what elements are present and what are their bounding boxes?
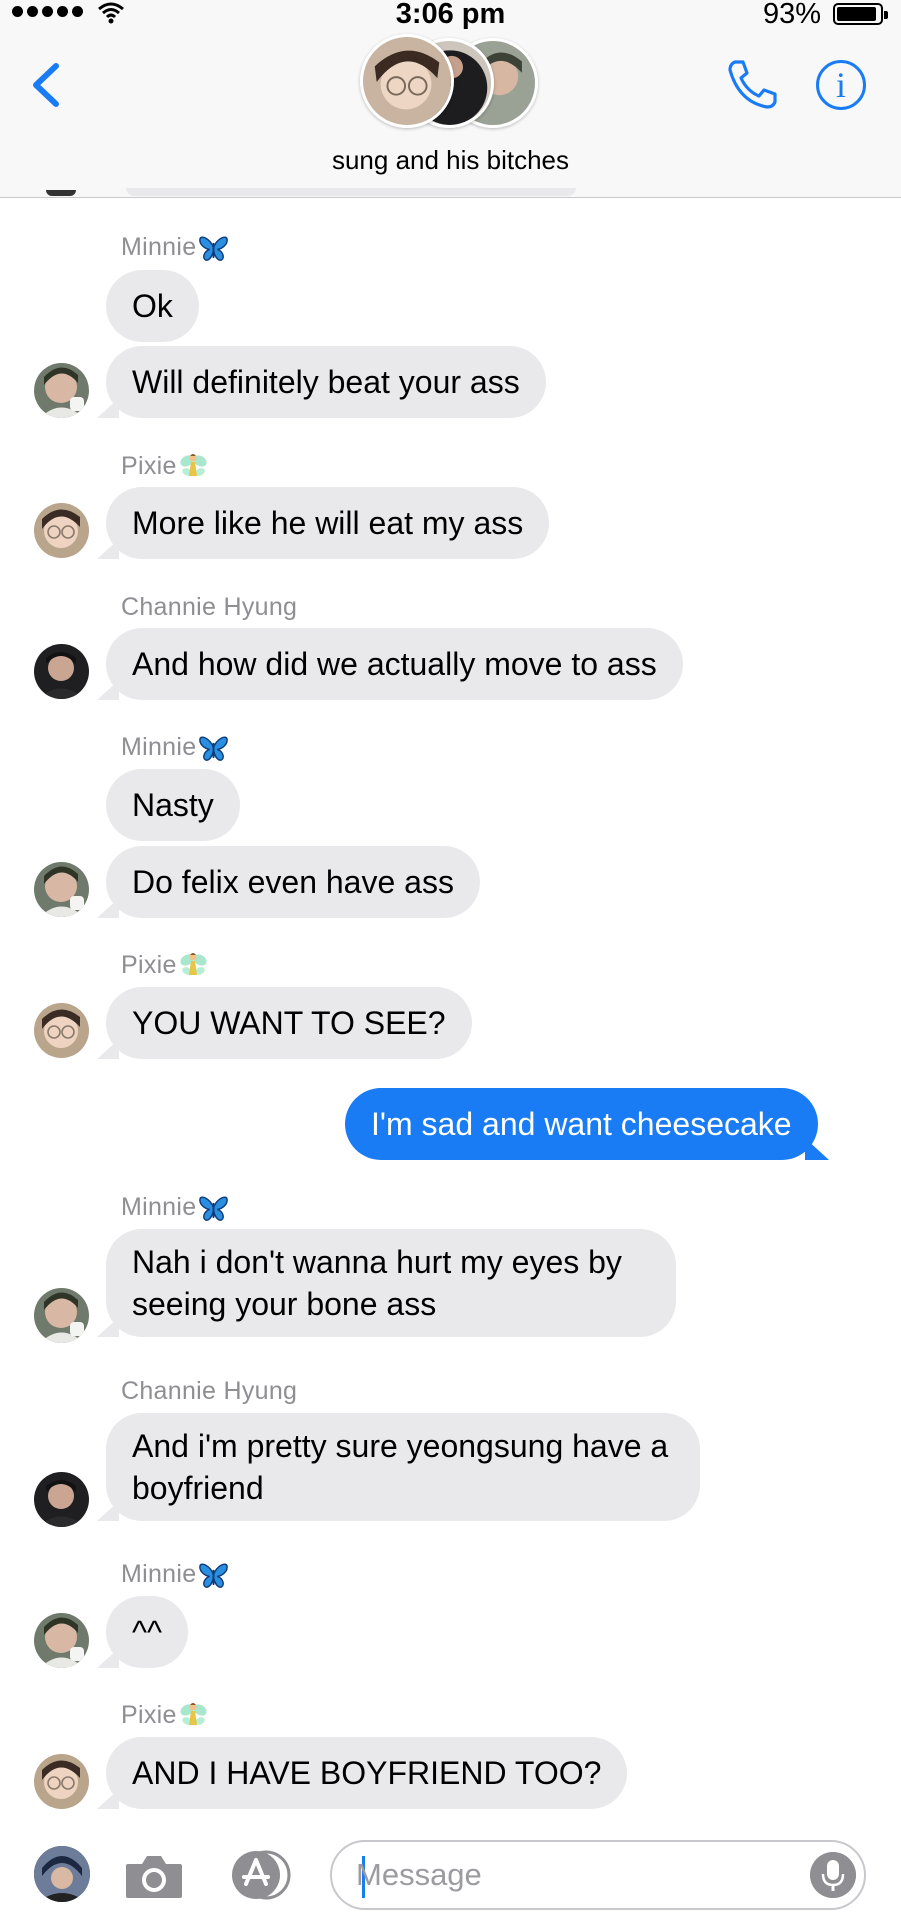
my-avatar[interactable]	[34, 1846, 90, 1902]
message-bubble[interactable]: Nah i don't wanna hurt my eyes by seeing…	[97, 1229, 676, 1337]
sender-name: Minnie	[121, 1193, 229, 1222]
sender-name: Channie Hyung	[121, 1377, 298, 1405]
message-bubble[interactable]: Do felix even have ass	[97, 846, 480, 918]
sender-name: Minnie	[121, 233, 229, 262]
chevron-left-icon[interactable]	[26, 58, 66, 112]
avatar[interactable]	[34, 644, 89, 699]
avatar[interactable]	[34, 1288, 89, 1343]
message-bubble[interactable]: Will definitely beat your ass	[97, 346, 546, 418]
avatar[interactable]	[34, 1472, 89, 1527]
info-icon[interactable]: i	[816, 60, 866, 110]
battery-icon	[833, 3, 888, 25]
previous-message-bubble	[126, 188, 576, 196]
avatar[interactable]	[34, 862, 89, 917]
outgoing-message-bubble[interactable]: I'm sad and want cheesecake	[345, 1088, 829, 1160]
butterfly-icon	[198, 735, 229, 762]
group-avatar-1	[360, 34, 454, 128]
fairy-icon	[179, 1701, 207, 1731]
avatar[interactable]	[34, 363, 89, 418]
group-name[interactable]: sung and his bitches	[0, 145, 901, 176]
status-bar: 3:06 pm 93%	[0, 0, 901, 30]
avatar[interactable]	[34, 1613, 89, 1668]
message-bubble[interactable]: And how did we actually move to ass	[97, 628, 683, 700]
sender-name: Minnie	[121, 733, 229, 762]
message-bubble[interactable]: ^^	[97, 1596, 189, 1668]
butterfly-icon	[198, 1195, 229, 1222]
message-bubble[interactable]: YOU WANT TO SEE?	[97, 987, 472, 1059]
fairy-icon	[179, 452, 207, 482]
battery-percentage: 93%	[762, 0, 821, 30]
app-store-icon[interactable]	[226, 1850, 294, 1900]
message-bubble[interactable]: More like he will eat my ass	[97, 487, 550, 559]
message-bubble[interactable]: AND I HAVE BOYFRIEND TOO?	[97, 1737, 628, 1809]
message-field[interactable]	[330, 1840, 866, 1910]
microphone-icon[interactable]	[810, 1852, 856, 1898]
avatar[interactable]	[34, 1003, 89, 1058]
sender-name: Pixie	[121, 951, 207, 981]
message-bubble[interactable]: Nasty	[106, 769, 240, 841]
phone-icon[interactable]	[725, 58, 779, 110]
sender-name: Pixie	[121, 1701, 207, 1731]
sender-name: Minnie	[121, 1560, 229, 1589]
message-bubble[interactable]: Ok	[106, 270, 199, 342]
avatar[interactable]	[34, 503, 89, 558]
sender-name: Pixie	[121, 452, 207, 482]
message-input[interactable]	[356, 1852, 776, 1898]
group-avatars[interactable]	[360, 34, 540, 130]
message-bubble[interactable]: And i'm pretty sure yeongsung have a boy…	[97, 1413, 700, 1521]
avatar[interactable]	[34, 1754, 89, 1809]
sender-name: Channie Hyung	[121, 593, 298, 621]
butterfly-icon	[198, 1562, 229, 1589]
camera-icon[interactable]	[124, 1852, 184, 1900]
previous-message-avatar	[46, 190, 76, 196]
butterfly-icon	[198, 235, 229, 262]
fairy-icon	[179, 951, 207, 981]
